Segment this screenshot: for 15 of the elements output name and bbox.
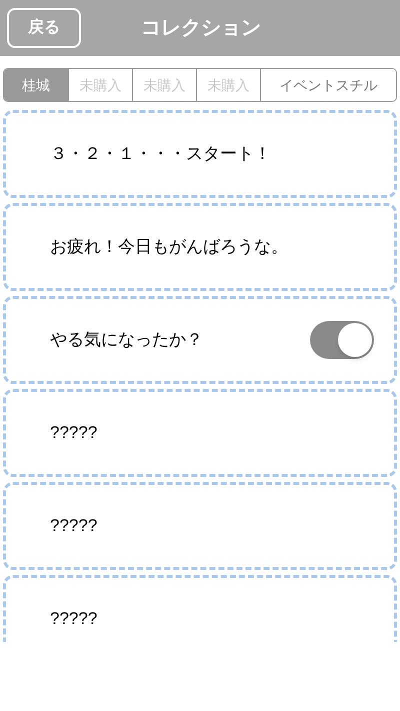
card-text: お疲れ！今日もがんばろうな。 bbox=[50, 236, 289, 258]
collection-card[interactable]: やる気になったか？ bbox=[3, 296, 397, 384]
window-title: コレクション bbox=[141, 16, 261, 41]
card-text: ３・２・１・・・スタート！ bbox=[50, 143, 272, 166]
card-text: やる気になったか？ bbox=[50, 329, 204, 352]
collection-card[interactable]: お疲れ！今日もがんばろうな。 bbox=[3, 203, 397, 291]
toggle-switch[interactable] bbox=[310, 321, 374, 359]
collection-card[interactable]: ３・２・１・・・スタート！ bbox=[3, 110, 397, 198]
card-text: ????? bbox=[50, 608, 98, 630]
collection-card[interactable]: ????? bbox=[3, 575, 397, 642]
tab[interactable]: イベントスチル bbox=[260, 69, 396, 101]
card-text: ????? bbox=[50, 515, 98, 538]
collection-card[interactable]: ????? bbox=[3, 389, 397, 477]
card-text: ????? bbox=[50, 422, 98, 444]
collection-card[interactable]: ????? bbox=[3, 482, 397, 570]
